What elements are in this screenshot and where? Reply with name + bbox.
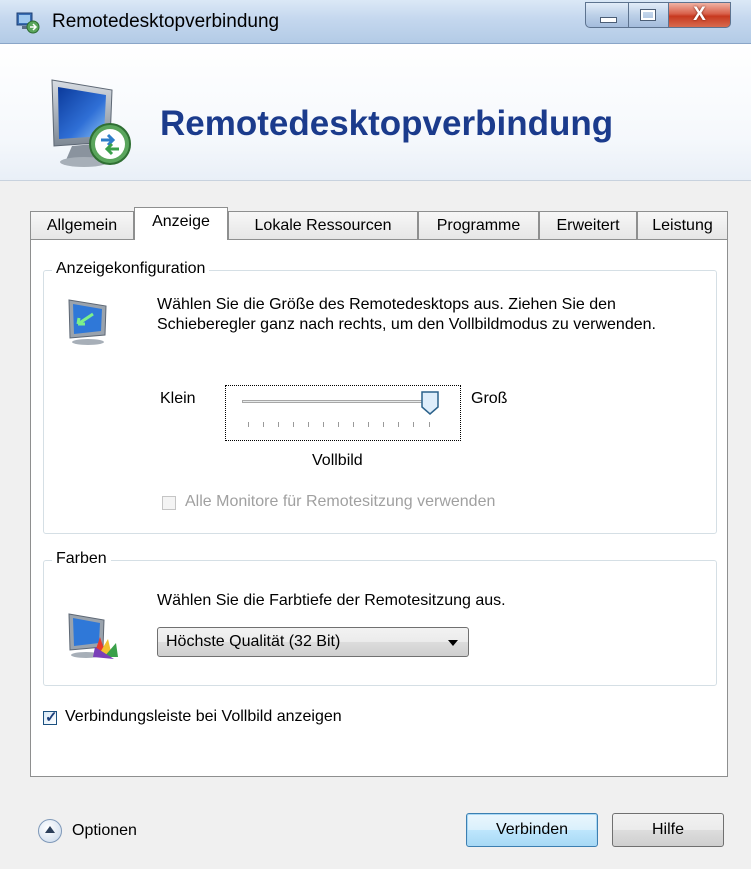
connection-bar-label: Verbindungsleiste bei Vollbild anzeigen [65,708,342,725]
slider-tick [383,422,384,427]
display-monitor-icon [68,299,107,345]
tab-leistung[interactable]: Leistung [637,211,728,239]
slider-tick [368,422,369,427]
tab-panel-anzeige: Anzeigekonfiguration Wählen Sie die Größ… [30,239,728,777]
slider-tick [293,422,294,427]
colors-description: Wählen Sie die Farbtiefe der Remotesitzu… [157,592,506,609]
header-title: Remotedesktopverbindung [160,104,614,143]
slider-tick [248,422,249,427]
slider-tick [278,422,279,427]
slider-tick [398,422,399,427]
connection-bar-checkbox[interactable]: ✓ [43,709,58,726]
slider-min-label: Klein [160,390,196,407]
slider-thumb[interactable] [421,391,439,415]
display-config-group: Anzeigekonfiguration Wählen Sie die Größ… [43,260,717,534]
header-banner: Remotedesktopverbindung [0,44,751,180]
options-label[interactable]: Optionen [72,822,137,840]
color-depth-select[interactable]: Höchste Qualität (32 Bit) [157,627,469,657]
tab-allgemein[interactable]: Allgemein [30,211,134,239]
slider-tick [338,422,339,427]
minimize-icon [600,17,617,23]
slider-tick [263,422,264,427]
minimize-button[interactable] [585,2,629,28]
chevron-up-icon [45,826,55,833]
slider-tick [308,422,309,427]
slider-max-label: Groß [471,390,508,407]
slider-tick [323,422,324,427]
slider-track [242,400,438,403]
window-controls: X [585,2,731,28]
help-button[interactable]: Hilfe [612,813,724,847]
resolution-slider[interactable] [225,385,461,441]
app-icon [16,12,40,34]
close-button[interactable]: X [669,2,731,28]
chevron-down-icon [448,640,458,646]
color-depth-value: Höchste Qualität (32 Bit) [166,633,341,650]
all-monitors-checkbox[interactable] [162,496,176,510]
tab-lokale-ressourcen[interactable]: Lokale Ressourcen [228,211,418,239]
maximize-icon [640,9,656,21]
all-monitors-label: Alle Monitore für Remotesitzung verwende… [185,493,496,510]
options-toggle-button[interactable] [38,819,62,843]
slider-tick [413,422,414,427]
colors-title: Farben [52,550,111,568]
display-config-title: Anzeigekonfiguration [52,260,210,278]
tab-erweitert[interactable]: Erweitert [539,211,637,239]
checkmark-icon: ✓ [45,709,58,726]
maximize-button[interactable] [629,2,669,28]
color-palette-icon [68,613,118,659]
slider-value-label: Vollbild [312,452,363,469]
close-icon: X [693,4,706,25]
slider-tick [429,422,430,427]
slider-tick [353,422,354,427]
tab-anzeige[interactable]: Anzeige [134,207,228,240]
window-title: Remotedesktopverbindung [52,11,280,32]
connect-button[interactable]: Verbinden [466,813,598,847]
display-config-description: Wählen Sie die Größe des Remotedesktops … [157,296,656,333]
title-bar: Remotedesktopverbindung X [0,0,751,44]
dialog-body: Allgemein Anzeige Lokale Ressourcen Prog… [0,180,751,869]
rdp-computer-icon [51,79,131,167]
tab-programme[interactable]: Programme [418,211,539,239]
colors-group: Farben Wählen Sie die Farbtiefe der Remo… [43,550,717,686]
